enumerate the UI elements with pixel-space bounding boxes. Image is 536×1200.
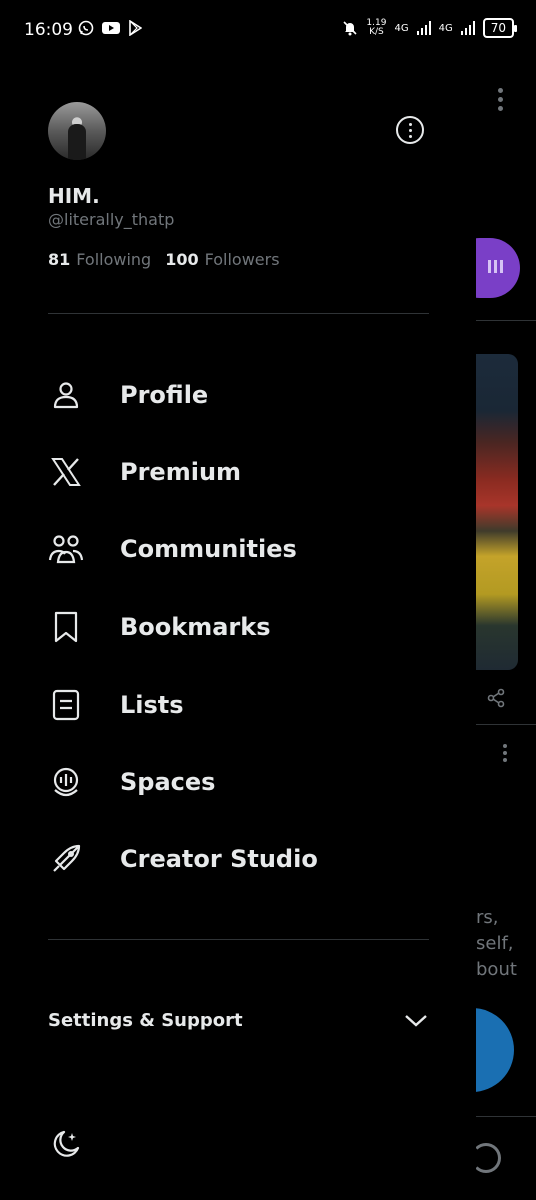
- settings-support-label: Settings & Support: [48, 1009, 243, 1031]
- background-space-bars-icon: [488, 260, 503, 273]
- net-speed: 1.19 K/S: [366, 19, 386, 37]
- spaces-icon: [48, 764, 84, 800]
- mute-icon: [343, 21, 357, 36]
- menu-item-label: Bookmarks: [120, 613, 271, 641]
- background-divider: [476, 1116, 536, 1117]
- battery-indicator: 70: [482, 18, 518, 38]
- notification-icons: [78, 20, 142, 36]
- menu-item-bookmarks[interactable]: Bookmarks: [48, 597, 448, 657]
- menu-item-communities[interactable]: Communities: [48, 519, 448, 579]
- follow-stats: 81 Following 100 Followers: [48, 250, 288, 269]
- following-count[interactable]: 81: [48, 250, 70, 269]
- status-time: 16:09: [24, 20, 73, 40]
- background-text-line: bout: [476, 959, 517, 980]
- person-icon: [48, 377, 84, 413]
- whatsapp-icon: [78, 20, 94, 36]
- system-icons: 1.19 K/S 4G 4G 70: [342, 18, 518, 38]
- chevron-down-icon: [405, 1015, 427, 1027]
- signal-label-2: 4G: [438, 22, 453, 34]
- background-more-icon[interactable]: [498, 88, 506, 115]
- background-divider: [476, 320, 536, 321]
- signal-label-1: 4G: [394, 22, 409, 34]
- youtube-icon: [102, 22, 120, 34]
- menu-item-profile[interactable]: Profile: [48, 365, 448, 425]
- background-share-icon[interactable]: [486, 688, 506, 708]
- followers-label[interactable]: Followers: [205, 250, 280, 269]
- x-logo-icon: [48, 454, 84, 490]
- menu-item-spaces[interactable]: Spaces: [48, 752, 448, 812]
- navigation-drawer: HIM. @literally_thatp 81 Following 100 F…: [0, 60, 476, 1200]
- background-post-image[interactable]: [476, 354, 518, 670]
- bookmark-icon: [48, 609, 84, 645]
- divider: [48, 939, 429, 940]
- background-post-text: rs, self, bout: [476, 905, 536, 983]
- menu-item-label: Communities: [120, 535, 297, 563]
- signal-bars-icon: [460, 21, 475, 35]
- menu-item-label: Profile: [120, 381, 209, 409]
- communities-icon: [48, 531, 84, 567]
- menu-item-lists[interactable]: Lists: [48, 675, 448, 735]
- rocket-icon: [48, 841, 84, 877]
- background-post-more-icon[interactable]: [503, 744, 507, 765]
- account-more-button[interactable]: [396, 116, 424, 144]
- menu-item-creator-studio[interactable]: Creator Studio: [48, 829, 448, 889]
- avatar[interactable]: [48, 102, 106, 160]
- list-icon: [48, 687, 84, 723]
- settings-support-toggle[interactable]: Settings & Support: [48, 1000, 428, 1040]
- divider: [48, 313, 429, 314]
- play-store-icon: [129, 20, 142, 36]
- background-text-line: self,: [476, 933, 514, 954]
- menu-item-label: Creator Studio: [120, 845, 318, 873]
- background-divider: [476, 724, 536, 725]
- net-speed-unit: K/S: [369, 27, 384, 37]
- signal-bars-icon: [416, 21, 431, 35]
- user-handle: @literally_thatp: [48, 210, 175, 229]
- menu-item-label: Lists: [120, 691, 184, 719]
- menu-item-label: Premium: [120, 458, 242, 486]
- theme-toggle-moon-icon[interactable]: [48, 1128, 82, 1162]
- background-text-line: rs,: [476, 907, 499, 928]
- menu-item-label: Spaces: [120, 768, 216, 796]
- status-bar: 16:09 1.19 K/S 4G 4G 70: [0, 0, 536, 60]
- menu-item-premium[interactable]: Premium: [48, 442, 448, 502]
- followers-count[interactable]: 100: [165, 250, 198, 269]
- following-label[interactable]: Following: [76, 250, 151, 269]
- display-name: HIM.: [48, 184, 100, 208]
